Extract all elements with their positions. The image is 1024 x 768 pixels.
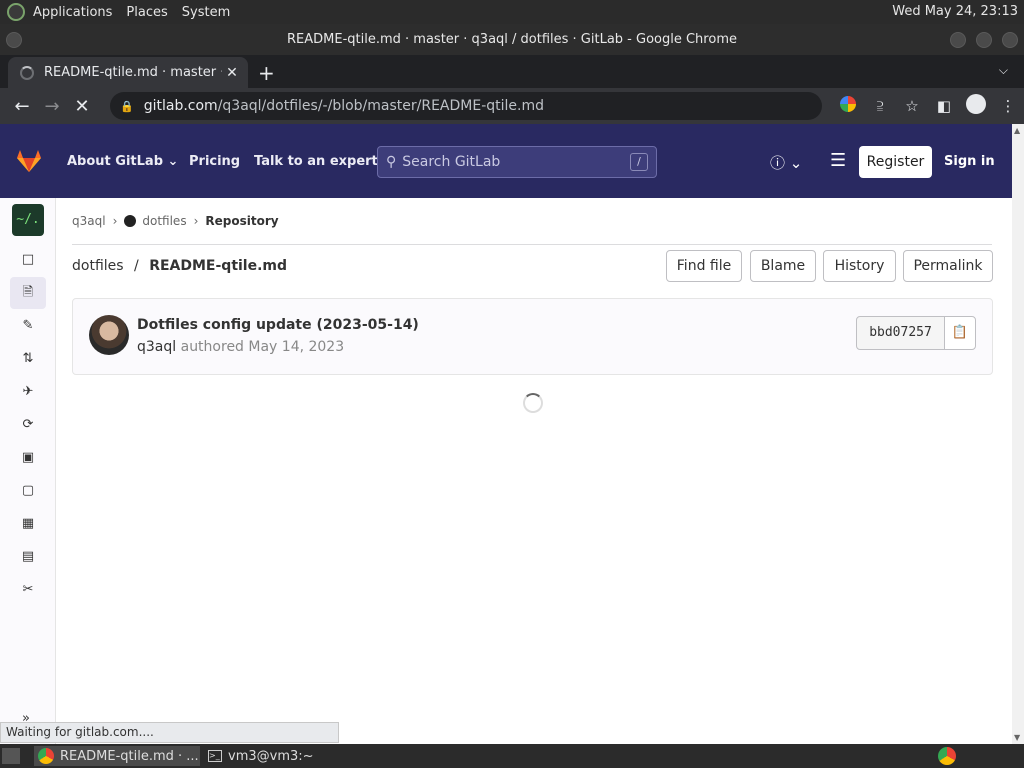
copy-sha-icon[interactable]: 📋	[944, 316, 976, 350]
find-file-button[interactable]: Find file	[666, 250, 742, 282]
gitlab-header: About GitLab ⌄ Pricing Talk to an expert…	[0, 124, 1012, 198]
window-titlebar[interactable]: README-qtile.md · master · q3aql / dotfi…	[0, 24, 1024, 55]
last-commit-panel: Dotfiles config update (2023-05-14) q3aq…	[72, 298, 993, 375]
minimize-icon[interactable]	[950, 32, 966, 48]
commit-message[interactable]: Dotfiles config update (2023-05-14)	[137, 317, 419, 333]
profile-avatar-icon[interactable]	[960, 94, 992, 118]
desktop-clock[interactable]: Wed May 24, 23:13	[892, 4, 1018, 19]
file-path-repo[interactable]: dotfiles	[72, 258, 124, 274]
help-dropdown-icon[interactable]: ⓘ ⌄	[770, 152, 802, 173]
talk-to-expert-link[interactable]: Talk to an expert	[254, 154, 378, 169]
file-path: dotfiles / README-qtile.md	[72, 258, 287, 274]
desktop-logo-icon[interactable]	[7, 3, 25, 21]
merge-requests-icon[interactable]: ⇅	[19, 350, 37, 368]
hamburger-menu-icon[interactable]: ☰	[830, 150, 846, 171]
analytics-icon[interactable]: ▦	[19, 515, 37, 533]
applications-menu[interactable]: Applications	[33, 5, 112, 20]
window-menu-icon[interactable]	[6, 32, 22, 48]
bookmark-star-icon[interactable]: ☆	[896, 97, 928, 115]
scroll-down-icon[interactable]: ▼	[1014, 733, 1020, 742]
breadcrumb: q3aql › dotfiles › Repository	[72, 214, 279, 228]
commit-author[interactable]: q3aql	[137, 339, 176, 355]
chrome-icon	[38, 748, 54, 764]
breadcrumb-owner[interactable]: q3aql	[72, 214, 106, 228]
desktop-taskbar: README-qtile.md · ... >_ vm3@vm3:~	[0, 744, 1024, 768]
gitlab-logo-icon[interactable]	[16, 149, 42, 173]
breadcrumb-current[interactable]: Repository	[205, 214, 278, 228]
signin-link[interactable]: Sign in	[944, 154, 995, 169]
close-window-icon[interactable]	[1002, 32, 1018, 48]
tab-title: README-qtile.md · master · q	[44, 65, 222, 80]
author-avatar[interactable]	[89, 315, 129, 355]
lock-icon[interactable]: 🔒	[120, 100, 134, 113]
page-scrollbar[interactable]: ▲ ▼	[1012, 124, 1024, 744]
project-avatar[interactable]: ~/.	[12, 204, 44, 236]
divider	[72, 244, 992, 245]
stop-loading-icon[interactable]: ✕	[67, 96, 97, 117]
file-path-name: README-qtile.md	[149, 258, 288, 274]
side-panel-icon[interactable]: ◧	[928, 97, 960, 115]
taskbar-chrome-label: README-qtile.md · ...	[60, 748, 199, 764]
loading-spinner-icon	[20, 65, 34, 80]
browser-tab[interactable]: README-qtile.md · master · q ✕	[8, 57, 248, 88]
url-path: /q3aql/dotfiles/-/blob/master/README-qti…	[217, 98, 544, 114]
chrome-menu-icon[interactable]: ⋮	[992, 97, 1024, 115]
browser-status-bubble: Waiting for gitlab.com....	[0, 722, 339, 743]
file-path-separator: /	[134, 258, 139, 274]
project-icon[interactable]: □	[19, 251, 37, 269]
register-button[interactable]: Register	[859, 146, 932, 178]
blame-button[interactable]: Blame	[750, 250, 816, 282]
project-sidebar: ~/. □ 🗎 ✎ ⇅ ✈ ⟳ ▣ ▢ ▦ ▤ ✂ »	[0, 198, 56, 744]
main-content: q3aql › dotfiles › Repository dotfiles /…	[56, 198, 1012, 744]
search-shortcut-key: /	[630, 153, 648, 171]
share-icon[interactable]: ⫆	[864, 97, 896, 115]
breadcrumb-project[interactable]: dotfiles	[142, 214, 186, 228]
terminal-icon: >_	[208, 750, 222, 762]
window-title: README-qtile.md · master · q3aql / dotfi…	[287, 32, 737, 47]
tab-close-icon[interactable]: ✕	[222, 65, 242, 81]
breadcrumb-separator-icon: ›	[112, 214, 118, 228]
address-bar[interactable]: 🔒 gitlab.com /q3aql/dotfiles/-/blob/mast…	[110, 92, 822, 120]
tray-chrome-icon[interactable]	[938, 747, 956, 765]
system-menu[interactable]: System	[182, 5, 230, 20]
desktop-top-panel: Applications Places System Wed May 24, 2…	[0, 0, 1024, 24]
monitor-icon[interactable]: ▢	[19, 482, 37, 500]
forward-arrow-icon[interactable]: →	[37, 96, 67, 117]
places-menu[interactable]: Places	[126, 5, 167, 20]
commit-meta: q3aql authored May 14, 2023	[137, 339, 344, 355]
taskbar-terminal-window[interactable]: >_ vm3@vm3:~	[204, 746, 334, 766]
taskbar-terminal-label: vm3@vm3:~	[228, 748, 314, 764]
issues-icon[interactable]: ✎	[19, 317, 37, 335]
browser-toolbar: ← → ✕ 🔒 gitlab.com /q3aql/dotfiles/-/blo…	[0, 88, 1024, 124]
permalink-button[interactable]: Permalink	[903, 250, 993, 282]
pricing-link[interactable]: Pricing	[189, 154, 240, 169]
google-lens-icon[interactable]	[832, 96, 864, 116]
wiki-icon[interactable]: ▤	[19, 548, 37, 566]
repository-icon[interactable]: 🗎	[10, 277, 46, 309]
taskbar-chrome-window[interactable]: README-qtile.md · ...	[34, 746, 200, 766]
breadcrumb-separator-icon: ›	[193, 214, 199, 228]
scroll-up-icon[interactable]: ▲	[1014, 126, 1020, 135]
history-button[interactable]: History	[823, 250, 896, 282]
show-desktop-icon[interactable]	[2, 748, 20, 764]
new-tab-button[interactable]: +	[258, 61, 275, 85]
search-input[interactable]: ⚲ Search GitLab /	[377, 146, 657, 178]
maximize-icon[interactable]	[976, 32, 992, 48]
back-arrow-icon[interactable]: ←	[7, 96, 37, 117]
ci-cd-icon[interactable]: ✈	[19, 383, 37, 401]
search-icon: ⚲	[386, 154, 397, 170]
url-domain: gitlab.com	[143, 98, 218, 114]
snippets-icon[interactable]: ✂	[19, 581, 37, 599]
project-dot-icon	[124, 215, 137, 227]
content-loading-spinner-icon	[523, 393, 543, 413]
packages-icon[interactable]: ▣	[19, 449, 37, 467]
tab-search-chevron-icon[interactable]: ⌵	[999, 63, 1008, 78]
deployments-icon[interactable]: ⟳	[19, 416, 37, 434]
search-placeholder: Search GitLab	[402, 154, 501, 170]
commit-sha[interactable]: bbd07257	[856, 316, 945, 350]
about-gitlab-dropdown[interactable]: About GitLab ⌄	[67, 154, 178, 169]
tab-strip: README-qtile.md · master · q ✕ + ⌵	[0, 55, 1024, 88]
commit-authored-date: authored May 14, 2023	[180, 339, 345, 355]
